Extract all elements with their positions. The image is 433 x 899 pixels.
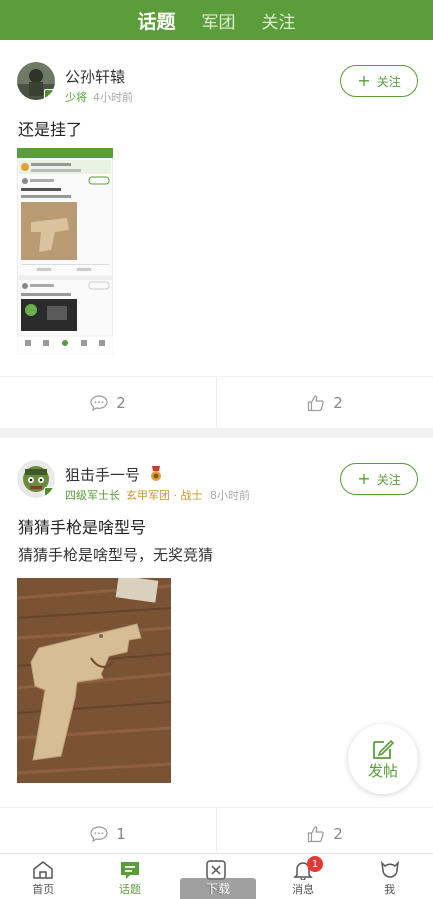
avatar[interactable] [17, 460, 55, 498]
close-box-icon [206, 860, 227, 880]
username[interactable]: 狙击手一号 [65, 464, 163, 485]
like-count: 2 [333, 393, 343, 412]
post-time: 8小时前 [210, 489, 250, 502]
comment-button[interactable]: 1 [0, 808, 216, 859]
follow-button[interactable]: + 关注 [340, 463, 418, 495]
plus-icon: + [357, 469, 371, 488]
edit-icon [373, 739, 394, 759]
level-badge-icon [44, 487, 55, 498]
legion-label[interactable]: 玄甲军团 · 战士 [126, 489, 203, 502]
follow-label: 关注 [376, 74, 401, 89]
username[interactable]: 公孙轩辕 [65, 66, 125, 87]
rank-medal-icon [150, 466, 161, 481]
post-meta: 四级军士长 玄甲军团 · 战士 8小时前 [65, 487, 250, 503]
plus-icon: + [357, 71, 371, 90]
follow-label: 关注 [376, 472, 401, 487]
comment-count: 2 [116, 393, 126, 412]
like-button[interactable]: 2 [216, 377, 433, 428]
tab-topics[interactable]: 话题 [137, 7, 175, 34]
post-title: 还是挂了 [18, 120, 83, 139]
post-body: 猜猜手枪是啥型号，无奖竞猜 [18, 546, 214, 564]
comment-icon [90, 394, 108, 411]
thumbs-up-icon [308, 394, 324, 411]
post-image[interactable] [16, 147, 114, 355]
post-meta: 少将 4小时前 [65, 89, 133, 105]
top-tab-bar: 话题 军团 关注 [0, 0, 433, 40]
post-actions: 1 2 [0, 807, 433, 859]
thumbs-up-icon [308, 825, 324, 842]
compose-label: 发帖 [367, 761, 398, 780]
nav-label: 首页 [32, 883, 55, 896]
comment-button[interactable]: 2 [0, 377, 216, 428]
post-actions: 2 2 [0, 376, 433, 428]
level-badge-icon [44, 89, 55, 100]
avatar[interactable] [17, 62, 55, 100]
comment-icon [90, 825, 108, 842]
topics-icon [120, 862, 139, 879]
nav-messages[interactable]: 1 消息 [260, 854, 347, 899]
compose-post-button[interactable]: 发帖 [348, 724, 418, 794]
download-toast: 下载 [180, 878, 256, 899]
follow-button[interactable]: + 关注 [340, 65, 418, 97]
profile-icon [380, 860, 399, 878]
post-image[interactable] [17, 578, 171, 783]
post-title: 猜猜手枪是啥型号 [18, 518, 147, 537]
like-button[interactable]: 2 [216, 808, 433, 859]
comment-count: 1 [116, 824, 126, 843]
nav-label: 我 [384, 883, 396, 896]
post-card[interactable]: 公孙轩辕 少将 4小时前 + 关注 还是挂了 2 2 [0, 40, 433, 428]
rank-label: 四级军士长 [65, 489, 120, 502]
nav-label: 消息 [292, 883, 315, 896]
like-count: 2 [333, 824, 343, 843]
post-time: 4小时前 [93, 91, 133, 104]
rank-label: 少将 [65, 91, 87, 104]
notification-badge: 1 [307, 856, 324, 872]
nav-me[interactable]: 我 [346, 854, 433, 899]
nav-topics[interactable]: 话题 [87, 854, 174, 899]
nav-label: 话题 [118, 883, 141, 896]
section-divider [0, 428, 433, 438]
tab-following[interactable]: 关注 [262, 8, 296, 33]
tab-legions[interactable]: 军团 [202, 8, 236, 33]
nav-home[interactable]: 首页 [0, 854, 87, 899]
home-icon [33, 861, 54, 879]
username-text: 狙击手一号 [65, 466, 141, 484]
